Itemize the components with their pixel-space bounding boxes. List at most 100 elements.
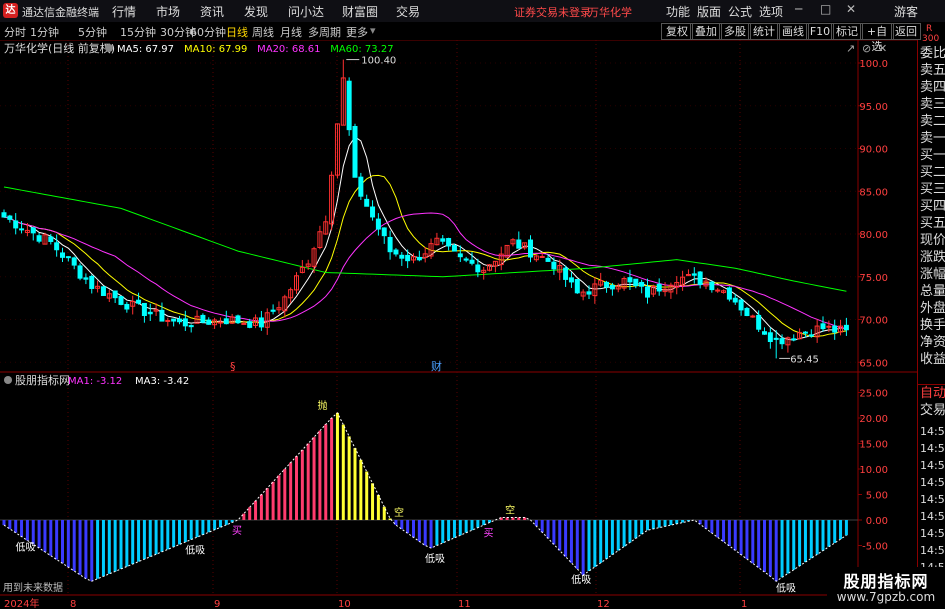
panel-field-label: 换手 <box>920 318 945 333</box>
candlesticks <box>1 59 849 359</box>
title-bar: 达 通达信金融终端 行情 市场 资讯 发现 问小达 财富圈 交易 证券交易未登录… <box>0 0 945 23</box>
ma-value-label: MA20: 68.61 <box>257 44 320 55</box>
panel-field-label: 卖一 <box>920 131 945 146</box>
candle-body <box>826 325 832 328</box>
date-axis-label: 8 <box>70 599 76 609</box>
candle-body <box>528 239 533 258</box>
menu-item-market[interactable]: 市场 <box>156 3 180 20</box>
period-tab-5min[interactable]: 5分钟 <box>78 24 107 40</box>
menu-item-options[interactable]: 选项 <box>759 3 783 20</box>
candle-body <box>77 265 83 279</box>
user-label[interactable]: 游客 <box>894 3 918 20</box>
date-axis-label: 1 <box>741 599 747 609</box>
candle-body <box>563 267 569 280</box>
menu-item-quotes[interactable]: 行情 <box>112 3 136 20</box>
menu-item-function[interactable]: 功能 <box>666 3 690 20</box>
price-tick-label: 80.00 <box>859 230 888 241</box>
add-watchlist-button[interactable]: +自选 <box>860 23 894 53</box>
period-tab-1min[interactable]: 1分钟 <box>30 24 59 40</box>
candle-body <box>136 299 142 304</box>
draw-line-button[interactable]: 画线 <box>777 23 809 40</box>
candle-body <box>808 334 814 337</box>
candle-body <box>19 228 25 231</box>
candle-body <box>54 242 60 251</box>
price-tick-label: 100.0 <box>859 59 888 70</box>
ma20-line <box>3 212 847 330</box>
candle-body <box>375 218 381 230</box>
candle-body <box>457 253 463 258</box>
price-tick-label: 90.00 <box>859 145 888 156</box>
panel-trade-label[interactable]: 自动 <box>920 386 945 401</box>
candle-body <box>241 322 247 325</box>
candle-body <box>171 318 177 322</box>
statistics-button[interactable]: 统计 <box>748 23 780 40</box>
period-tab-daily[interactable]: 日线 <box>226 24 248 40</box>
chart-frame <box>0 40 917 596</box>
menu-item-wealth[interactable]: 财富圈 <box>342 3 378 20</box>
adjust-button[interactable]: 复权 <box>661 23 693 40</box>
candle-body <box>843 324 849 331</box>
candle-body <box>258 317 264 328</box>
indicator-ma-label: MA1: -3.12 <box>68 376 122 387</box>
candle-body <box>586 291 592 295</box>
candle-body <box>609 284 615 290</box>
back-button[interactable]: 返回 <box>891 23 921 40</box>
period-tab-60min[interactable]: 60分钟 <box>190 24 226 40</box>
menu-item-layout[interactable]: 版面 <box>697 3 721 20</box>
signal-annotation: 低吸 <box>425 552 445 565</box>
candle-body <box>387 236 393 253</box>
period-tab-timeshare[interactable]: 分时 <box>4 24 26 40</box>
menu-item-trade[interactable]: 交易 <box>396 3 420 20</box>
panel-time-value: 14:56 <box>920 442 945 455</box>
candle-body <box>773 337 779 340</box>
indicator-tick-label: 0.00 <box>866 516 888 527</box>
panel-field-label: 涨幅 <box>920 267 945 282</box>
panel-field-label: 买三 <box>920 182 945 197</box>
candle-body <box>217 321 223 324</box>
period-tab-multi[interactable]: 多周期 <box>308 24 341 40</box>
f10-button[interactable]: F10 <box>806 23 834 40</box>
multi-stock-button[interactable]: 多股 <box>719 23 751 40</box>
future-data-note: 用到未来数据 <box>3 581 63 594</box>
panel-time-value: 14:56 <box>920 476 945 489</box>
date-axis-label: 9 <box>214 599 220 609</box>
panel-field-label: 外盘 <box>920 301 945 316</box>
candle-body <box>726 287 732 300</box>
event-marker-finance: 财 <box>431 359 442 373</box>
login-notice[interactable]: 证券交易未登录 <box>514 4 591 20</box>
candle-body <box>381 227 387 237</box>
close-icon[interactable]: ✕ <box>846 2 856 16</box>
candle-body <box>188 325 194 328</box>
candle-body <box>399 254 405 259</box>
period-tab-15min[interactable]: 15分钟 <box>120 24 156 40</box>
expand-icon: ↗ <box>846 42 855 55</box>
candle-body <box>539 255 545 258</box>
candle-body <box>83 277 89 280</box>
signal-annotation: 买 <box>232 525 242 537</box>
candle-body <box>206 319 212 325</box>
panel-time-value: 14:56 <box>920 493 945 506</box>
more-chevron-icon[interactable]: ▾ <box>370 24 376 37</box>
period-tab-monthly[interactable]: 月线 <box>280 24 302 40</box>
settings-dot-icon <box>105 44 113 52</box>
menu-item-discover[interactable]: 发现 <box>244 3 268 20</box>
overlay-button[interactable]: 叠加 <box>690 23 722 40</box>
menu-item-formula[interactable]: 公式 <box>728 3 752 20</box>
period-tab-weekly[interactable]: 周线 <box>252 24 274 40</box>
candle-body <box>446 238 452 247</box>
candle-body <box>13 220 19 229</box>
chart-area[interactable]: 100.095.0090.0085.0080.0075.0070.0065.00… <box>0 40 917 609</box>
candle-body <box>645 286 650 298</box>
indicator-settings-icon <box>4 376 12 384</box>
candle-body <box>715 289 721 292</box>
menu-item-ask[interactable]: 问小达 <box>288 3 324 20</box>
menu-item-news[interactable]: 资讯 <box>200 3 224 20</box>
panel-trade-label[interactable]: 交易 <box>920 403 945 418</box>
minimize-icon[interactable]: ─ <box>795 2 802 16</box>
indicator-tick-label: 10.00 <box>859 465 888 476</box>
candle-body <box>235 315 241 324</box>
mark-button[interactable]: 标记 <box>831 23 863 40</box>
period-tab-more[interactable]: 更多 <box>346 24 368 40</box>
candle-body <box>802 331 808 334</box>
maximize-icon[interactable]: □ <box>820 2 831 16</box>
